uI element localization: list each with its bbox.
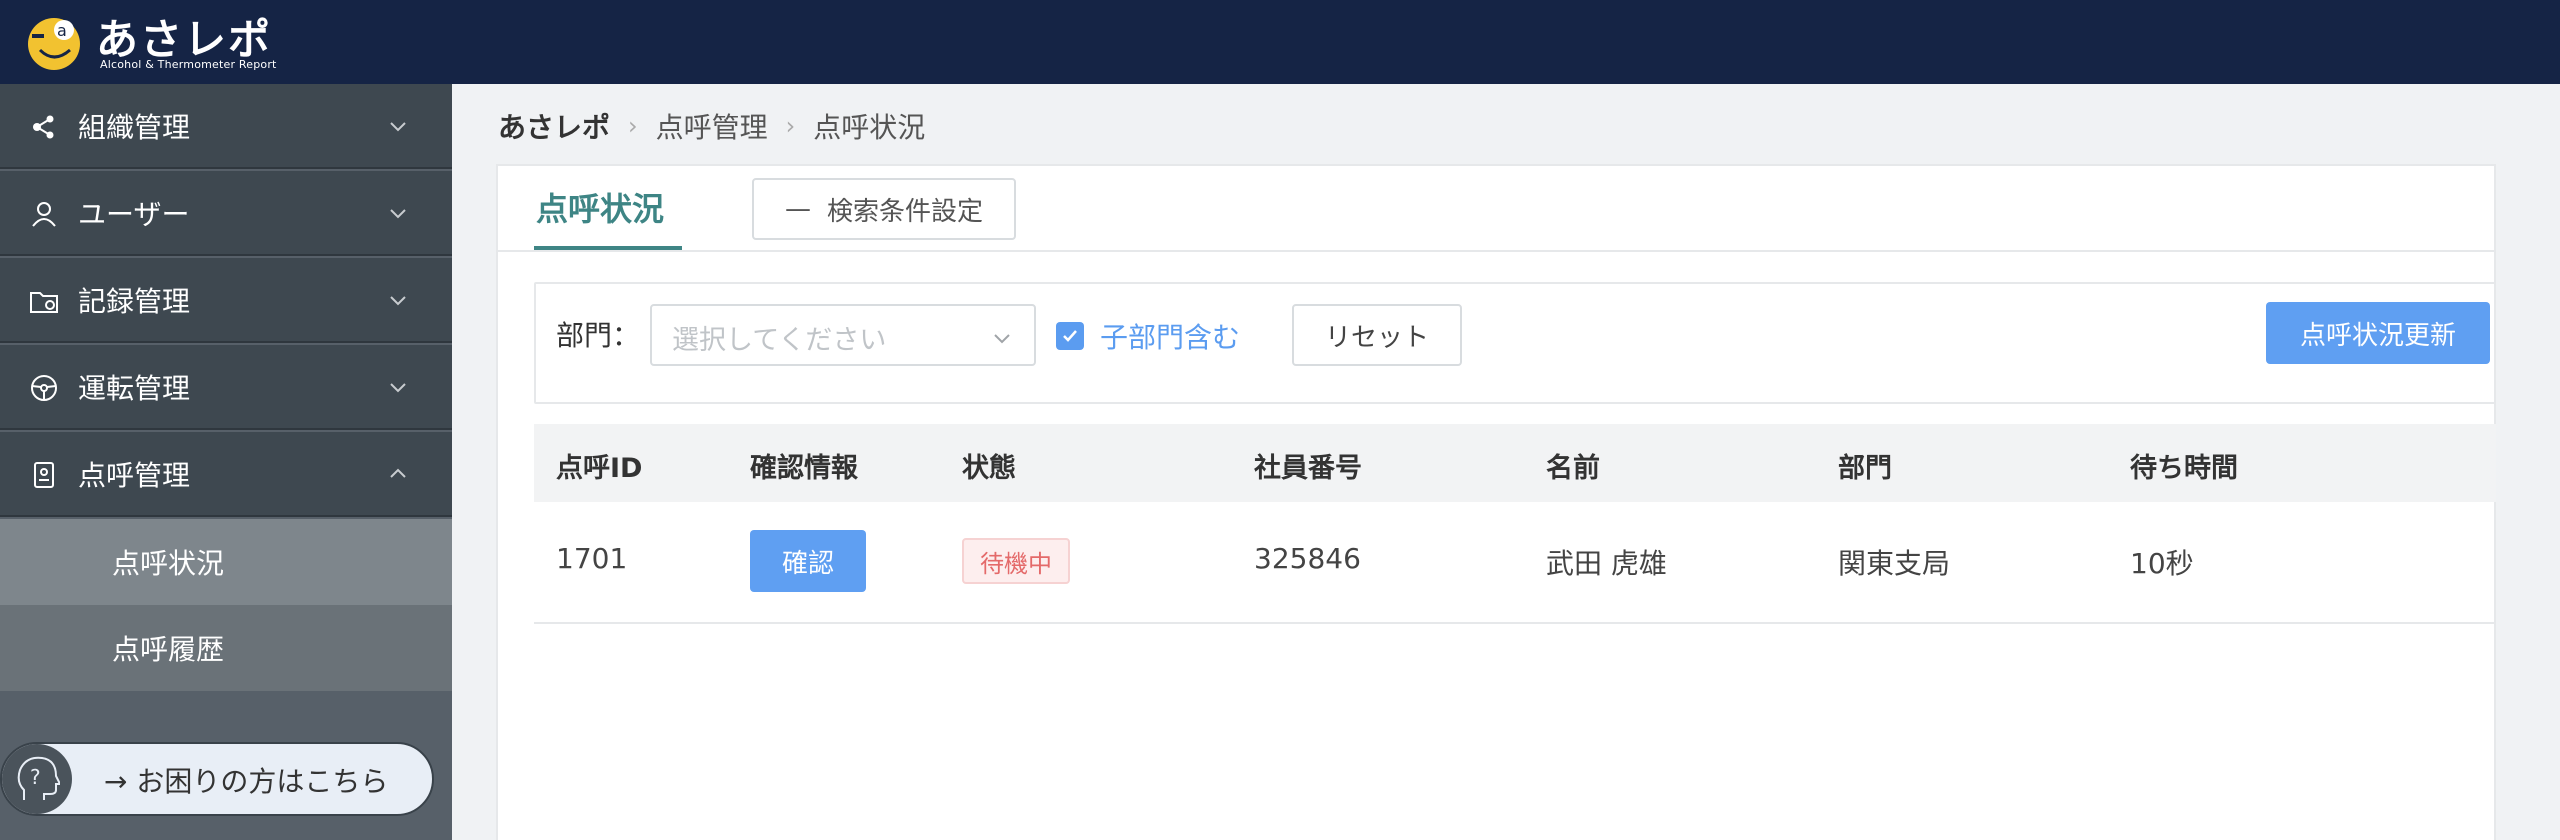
status-badge: 待機中 xyxy=(962,538,1070,584)
asarepo-logo-icon[interactable]: a xyxy=(24,10,88,74)
sidebar-subitem-rollcall-history[interactable]: 点呼履歴 xyxy=(0,605,452,691)
sidebar-item-rollcall[interactable]: 点呼管理 xyxy=(0,432,452,517)
breadcrumb-separator-icon: › xyxy=(628,112,638,140)
column-header-confirm: 確認情報 xyxy=(750,453,858,484)
department-select[interactable]: 選択してください xyxy=(650,304,1036,366)
help-head-icon: ? xyxy=(2,744,72,814)
cell-id: 1701 xyxy=(556,542,628,575)
chevron-down-icon xyxy=(390,122,406,132)
search-settings-button[interactable]: — 検索条件設定 xyxy=(752,178,1016,240)
sidebar: 組織管理 ユーザー 記録管理 運転管理 点呼管理 点呼状況 点呼履歴 xyxy=(0,84,452,840)
column-header-status: 状態 xyxy=(962,453,1016,484)
check-icon xyxy=(1063,330,1077,342)
sidebar-item-label: 運転管理 xyxy=(78,371,191,405)
app-header: a あさレポ Alcohol & Thermometer Report xyxy=(0,0,2560,84)
organization-icon xyxy=(33,115,54,139)
department-label: 部門： xyxy=(556,319,641,352)
filter-panel: 部門： 選択してください 子部門含む リセット 点呼状況更新 xyxy=(534,282,2496,404)
tab-rollcall-status[interactable]: 点呼状況 xyxy=(536,184,664,230)
chevron-down-icon xyxy=(994,334,1010,344)
chevron-down-icon xyxy=(390,209,406,219)
sidebar-subitem-label: 点呼履歴 xyxy=(112,633,225,666)
cell-employee-no: 325846 xyxy=(1254,542,1361,575)
cell-wait-time: 10秒 xyxy=(2130,547,2194,580)
column-header-name: 名前 xyxy=(1546,453,1600,484)
column-header-id: 点呼ID xyxy=(556,453,643,484)
column-header-employee-no: 社員番号 xyxy=(1254,453,1362,484)
include-subdepartments-checkbox[interactable] xyxy=(1056,322,1084,350)
search-settings-label: 検索条件設定 xyxy=(826,196,983,227)
help-label: → お困りの方はこちら xyxy=(104,765,389,798)
reset-button[interactable]: リセット xyxy=(1292,304,1462,366)
chevron-down-icon xyxy=(390,296,406,306)
sidebar-item-records[interactable]: 記録管理 xyxy=(0,258,452,343)
help-button[interactable]: ? → お困りの方はこちら xyxy=(0,742,434,816)
chevron-down-icon xyxy=(390,383,406,393)
folder-settings-icon xyxy=(30,292,58,313)
column-header-wait-time: 待ち時間 xyxy=(2130,453,2238,484)
confirm-button[interactable]: 確認 xyxy=(750,530,866,592)
cell-name: 武田 虎雄 xyxy=(1546,547,1667,580)
sidebar-subitem-label: 点呼状況 xyxy=(112,547,225,580)
column-header-department: 部門 xyxy=(1838,453,1892,484)
breadcrumb: あさレポ › 点呼管理 › 点呼状況 xyxy=(498,106,925,146)
minus-icon: — xyxy=(784,194,811,224)
include-subdepartments-label[interactable]: 子部門含む xyxy=(1100,316,1240,356)
cell-department: 関東支局 xyxy=(1838,547,1951,580)
id-badge-icon xyxy=(34,462,54,488)
sidebar-item-label: ユーザー xyxy=(78,197,190,231)
sidebar-item-label: 組織管理 xyxy=(78,110,191,144)
sidebar-item-label: 点呼管理 xyxy=(78,458,191,492)
tab-divider xyxy=(498,250,2494,252)
svg-text:a: a xyxy=(57,21,67,40)
breadcrumb-item-rollcall[interactable]: 点呼管理 xyxy=(656,106,768,146)
sidebar-item-organization[interactable]: 組織管理 xyxy=(0,84,452,169)
svg-text:?: ? xyxy=(30,765,41,789)
sidebar-subitem-rollcall-status[interactable]: 点呼状況 xyxy=(0,519,452,605)
refresh-rollcall-button[interactable]: 点呼状況更新 xyxy=(2266,302,2490,364)
department-select-placeholder: 選択してください xyxy=(672,325,887,356)
app-subtitle: Alcohol & Thermometer Report xyxy=(100,58,277,71)
steering-wheel-icon xyxy=(31,375,57,401)
sidebar-item-label: 記録管理 xyxy=(78,284,191,318)
table-header: 点呼ID 確認情報 状態 社員番号 名前 部門 待ち時間 xyxy=(534,424,2496,502)
chevron-up-icon xyxy=(390,468,406,478)
user-icon xyxy=(32,202,56,227)
table-row: 1701 確認 待機中 325846 武田 虎雄 関東支局 10秒 xyxy=(534,502,2496,624)
breadcrumb-item-current: 点呼状況 xyxy=(813,111,926,144)
main-card: 点呼状況 — 検索条件設定 部門： 選択してください 子部門含む リセット 点呼… xyxy=(496,164,2496,840)
sidebar-item-user[interactable]: ユーザー xyxy=(0,171,452,256)
breadcrumb-item-home[interactable]: あさレポ xyxy=(498,106,610,146)
breadcrumb-separator-icon: › xyxy=(785,112,796,140)
sidebar-item-driving[interactable]: 運転管理 xyxy=(0,345,452,430)
